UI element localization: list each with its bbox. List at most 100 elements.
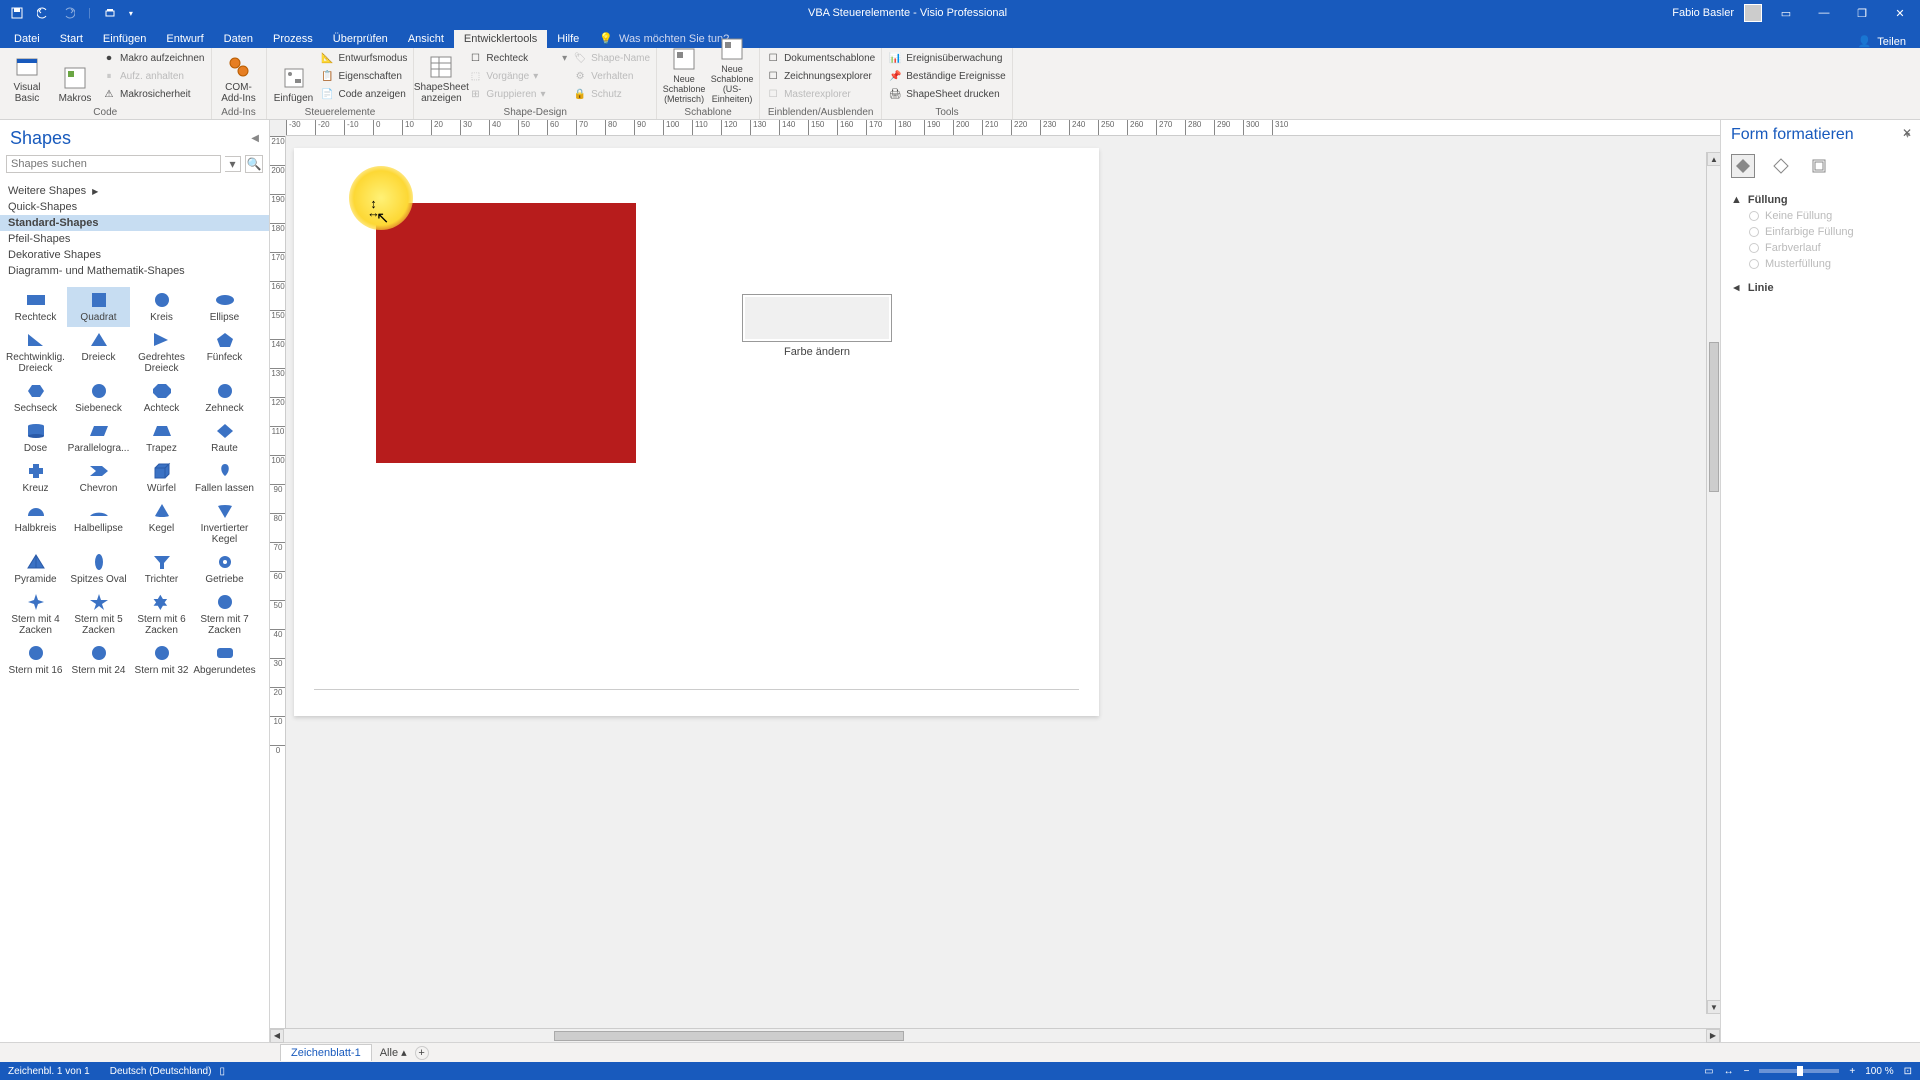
fill-line-tab-icon[interactable] <box>1731 154 1755 178</box>
share-button[interactable]: Teilen <box>1877 36 1906 48</box>
shape-parallelogramm[interactable]: Parallelogra... <box>67 418 130 458</box>
size-tab-icon[interactable] <box>1807 154 1831 178</box>
shape-rechteck[interactable]: Rechteck <box>4 287 67 327</box>
shape-getriebe[interactable]: Getriebe <box>193 549 256 589</box>
view-code-button[interactable]: 📄Code anzeigen <box>321 86 408 103</box>
vertical-scrollbar[interactable]: ▲ ▼ <box>1706 152 1720 1014</box>
minimize-icon[interactable]: — <box>1810 7 1838 19</box>
ribbon-display-icon[interactable]: ▭ <box>1772 7 1800 20</box>
shape-trapez[interactable]: Trapez <box>130 418 193 458</box>
save-icon[interactable] <box>10 6 24 20</box>
shape-achteck[interactable]: Achteck <box>130 378 193 418</box>
shape-raute[interactable]: Raute <box>193 418 256 458</box>
shape-abgerundet[interactable]: Abgerundetes <box>193 640 256 680</box>
shape-stern5[interactable]: Stern mit 5 Zacken <box>67 589 130 640</box>
shape-siebeneck[interactable]: Siebeneck <box>67 378 130 418</box>
v-scroll-thumb[interactable] <box>1709 342 1719 492</box>
language-indicator[interactable]: Deutsch (Deutschland) <box>110 1066 212 1077</box>
presentation-mode-icon[interactable]: ▭ <box>1704 1066 1713 1077</box>
fit-page-icon[interactable]: ⊡ <box>1904 1066 1912 1077</box>
tab-entwicklertools[interactable]: Entwicklertools <box>454 30 547 48</box>
cat-pfeil[interactable]: Pfeil-Shapes <box>0 231 269 247</box>
scroll-right-icon[interactable]: ▶ <box>1706 1029 1720 1043</box>
shape-wuerfel[interactable]: Würfel <box>130 458 193 498</box>
undo-icon[interactable] <box>36 6 50 20</box>
tab-hilfe[interactable]: Hilfe <box>547 30 589 48</box>
shape-stern6[interactable]: Stern mit 6 Zacken <box>130 589 193 640</box>
tab-prozess[interactable]: Prozess <box>263 30 323 48</box>
rectangle-tool-button[interactable]: ☐Rechteck▾ <box>468 50 567 67</box>
tab-daten[interactable]: Daten <box>214 30 263 48</box>
shape-gedr_dreieck[interactable]: Gedrehtes Dreieck <box>130 327 193 378</box>
shape-kreuz[interactable]: Kreuz <box>4 458 67 498</box>
shape-spitzes_oval[interactable]: Spitzes Oval <box>67 549 130 589</box>
shape-kreis[interactable]: Kreis <box>130 287 193 327</box>
zoom-slider[interactable] <box>1759 1069 1839 1073</box>
horizontal-scrollbar[interactable]: ◀ ▶ <box>270 1028 1720 1042</box>
effects-tab-icon[interactable] <box>1769 154 1793 178</box>
shape-pyramide[interactable]: Pyramide <box>4 549 67 589</box>
drawing-page[interactable]: ↕↔ ↖ Farbe ändern <box>294 148 1099 716</box>
macro-record-status-icon[interactable]: ▯ <box>219 1066 225 1077</box>
shape-dose[interactable]: Dose <box>4 418 67 458</box>
scroll-down-icon[interactable]: ▼ <box>1707 1000 1720 1014</box>
print-icon[interactable] <box>103 6 117 20</box>
collapse-panel-icon[interactable]: ◀ <box>251 133 259 144</box>
shape-rechtw_dreieck[interactable]: Rechtwinklig. Dreieck <box>4 327 67 378</box>
shape-stern7[interactable]: Stern mit 7 Zacken <box>193 589 256 640</box>
cat-weitere[interactable]: Weitere Shapes▶ <box>0 183 269 199</box>
record-macro-button[interactable]: ⏺Makro aufzeichnen <box>102 50 205 67</box>
shape-stern24[interactable]: Stern mit 24 <box>67 640 130 680</box>
shape-trichter[interactable]: Trichter <box>130 549 193 589</box>
fill-section-header[interactable]: ▲Füllung <box>1731 192 1910 208</box>
new-stencil-us-button[interactable]: Neue Schablone (US-Einheiten) <box>711 50 753 104</box>
event-monitor-button[interactable]: 📊Ereignisüberwachung <box>888 50 1006 67</box>
shape-fallen_lassen[interactable]: Fallen lassen <box>193 458 256 498</box>
persistent-events-button[interactable]: 📌Beständige Ereignisse <box>888 68 1006 85</box>
cat-dekorative[interactable]: Dekorative Shapes <box>0 247 269 263</box>
shape-inv_kegel[interactable]: Invertierter Kegel <box>193 498 256 549</box>
print-shapesheet-button[interactable]: 🖨ShapeSheet drucken <box>888 86 1006 103</box>
shape-kegel[interactable]: Kegel <box>130 498 193 549</box>
shape-halbkreis[interactable]: Halbkreis <box>4 498 67 549</box>
design-mode-button[interactable]: 📐Entwurfsmodus <box>321 50 408 67</box>
user-name[interactable]: Fabio Basler <box>1672 7 1734 19</box>
shapes-search-input[interactable] <box>6 155 221 173</box>
zoom-level[interactable]: 100 % <box>1865 1066 1893 1077</box>
tab-ansicht[interactable]: Ansicht <box>398 30 454 48</box>
doc-stencil-check[interactable]: ☐Dokumentschablone <box>766 50 875 67</box>
shape-zehneck[interactable]: Zehneck <box>193 378 256 418</box>
all-pages-button[interactable]: Alle ▴ <box>380 1046 407 1059</box>
restore-icon[interactable]: ❐ <box>1848 7 1876 20</box>
visual-basic-button[interactable]: Visual Basic <box>6 50 48 104</box>
shapesheet-button[interactable]: ShapeSheet anzeigen <box>420 50 462 104</box>
close-icon[interactable]: ✕ <box>1886 7 1914 20</box>
scroll-left-icon[interactable]: ◀ <box>270 1029 284 1043</box>
shape-ellipse[interactable]: Ellipse <box>193 287 256 327</box>
tab-einfuegen[interactable]: Einfügen <box>93 30 156 48</box>
h-scroll-thumb[interactable] <box>554 1031 904 1041</box>
shape-quadrat[interactable]: Quadrat <box>67 287 130 327</box>
tab-start[interactable]: Start <box>50 30 93 48</box>
makros-button[interactable]: Makros <box>54 50 96 104</box>
shape-stern16[interactable]: Stern mit 16 <box>4 640 67 680</box>
cat-quick[interactable]: Quick-Shapes <box>0 199 269 215</box>
redo-icon[interactable] <box>62 6 76 20</box>
insert-control-button[interactable]: Einfügen <box>273 50 315 104</box>
canvas-viewport[interactable]: ↕↔ ↖ Farbe ändern ▲ ▼ <box>286 136 1720 1028</box>
tab-ueberpruefen[interactable]: Überprüfen <box>323 30 398 48</box>
shape-stern4[interactable]: Stern mit 4 Zacken <box>4 589 67 640</box>
drawing-explorer-check[interactable]: ☐Zeichnungsexplorer <box>766 68 875 85</box>
tab-entwurf[interactable]: Entwurf <box>156 30 213 48</box>
cat-standard[interactable]: Standard-Shapes <box>0 215 269 231</box>
zoom-thumb[interactable] <box>1797 1066 1803 1076</box>
shape-fuenfeck[interactable]: Fünfeck <box>193 327 256 378</box>
zoom-out-icon[interactable]: − <box>1744 1066 1750 1077</box>
shape-chevron[interactable]: Chevron <box>67 458 130 498</box>
cat-diagramm[interactable]: Diagramm- und Mathematik-Shapes <box>0 263 269 279</box>
zoom-in-icon[interactable]: + <box>1849 1066 1855 1077</box>
shape-stern32[interactable]: Stern mit 32 <box>130 640 193 680</box>
search-dropdown-icon[interactable]: ▾ <box>225 156 241 172</box>
scroll-up-icon[interactable]: ▲ <box>1707 152 1720 166</box>
fit-width-icon[interactable]: ↔ <box>1724 1066 1734 1077</box>
